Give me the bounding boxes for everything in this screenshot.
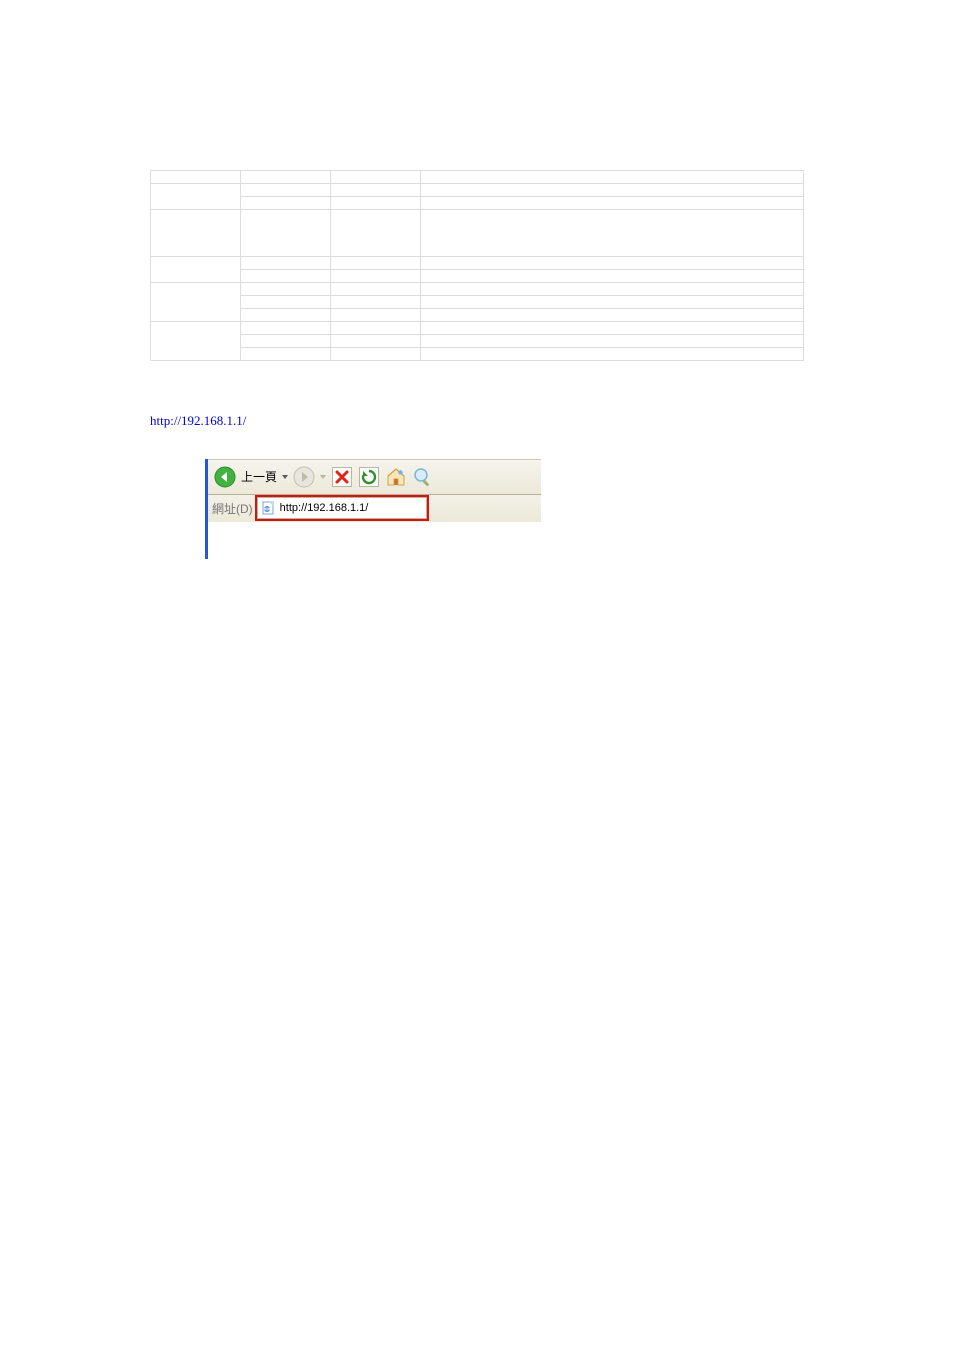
table-cell [241, 210, 331, 257]
search-icon[interactable] [412, 466, 434, 488]
table-cell [151, 171, 241, 184]
table-cell [421, 309, 804, 322]
table-cell [241, 184, 331, 197]
browser-screenshot: 上一頁 [205, 459, 804, 559]
table-row [151, 348, 804, 361]
caret-down-icon[interactable] [320, 475, 326, 479]
table-cell [331, 322, 421, 335]
table-cell [421, 270, 804, 283]
table-cell [331, 348, 421, 361]
table-cell [241, 322, 331, 335]
table-row [151, 270, 804, 283]
table-row [151, 257, 804, 270]
table-cell [331, 197, 421, 210]
table-cell [151, 283, 241, 322]
table-cell [241, 257, 331, 270]
table-row [151, 335, 804, 348]
table-cell [421, 283, 804, 296]
page-icon [262, 501, 276, 515]
spec-table [150, 170, 804, 361]
table-cell [421, 197, 804, 210]
table-row [151, 184, 804, 197]
forward-button[interactable] [293, 466, 315, 488]
table-cell [331, 171, 421, 184]
table-row [151, 171, 804, 184]
browser-content-area [208, 522, 541, 532]
table-cell [241, 197, 331, 210]
back-label[interactable]: 上一頁 [241, 468, 277, 485]
table-row [151, 197, 804, 210]
table-row [151, 210, 804, 257]
table-cell [331, 283, 421, 296]
home-button[interactable] [385, 466, 407, 488]
table-cell [421, 210, 804, 257]
table-cell [241, 171, 331, 184]
table-cell [241, 270, 331, 283]
table-cell [331, 270, 421, 283]
table-cell [241, 348, 331, 361]
table-cell [331, 184, 421, 197]
table-row [151, 283, 804, 296]
table-cell [151, 184, 241, 210]
table-cell [421, 296, 804, 309]
table-cell [421, 257, 804, 270]
refresh-button[interactable] [358, 466, 380, 488]
table-cell [331, 335, 421, 348]
table-row [151, 309, 804, 322]
instruction-ip-link: http://192.168.1.1/ [150, 413, 246, 428]
table-cell [421, 348, 804, 361]
table-cell [331, 257, 421, 270]
table-cell [331, 210, 421, 257]
table-cell [151, 257, 241, 283]
table-cell [151, 210, 241, 257]
table-cell [331, 309, 421, 322]
stop-button[interactable] [331, 466, 353, 488]
table-cell [241, 309, 331, 322]
table-cell [331, 296, 421, 309]
table-cell [241, 335, 331, 348]
table-cell [421, 171, 804, 184]
table-cell [151, 322, 241, 361]
table-cell [421, 322, 804, 335]
table-cell [421, 335, 804, 348]
back-button[interactable] [214, 466, 236, 488]
address-label: 網址(D) [212, 500, 253, 517]
table-cell [421, 184, 804, 197]
instruction-paragraph: http://192.168.1.1/ [150, 411, 804, 431]
caret-down-icon[interactable] [282, 475, 288, 479]
address-value: http://192.168.1.1/ [280, 502, 369, 514]
table-cell [241, 283, 331, 296]
table-cell [241, 296, 331, 309]
table-row [151, 322, 804, 335]
table-row [151, 296, 804, 309]
address-field[interactable]: http://192.168.1.1/ [257, 497, 427, 519]
